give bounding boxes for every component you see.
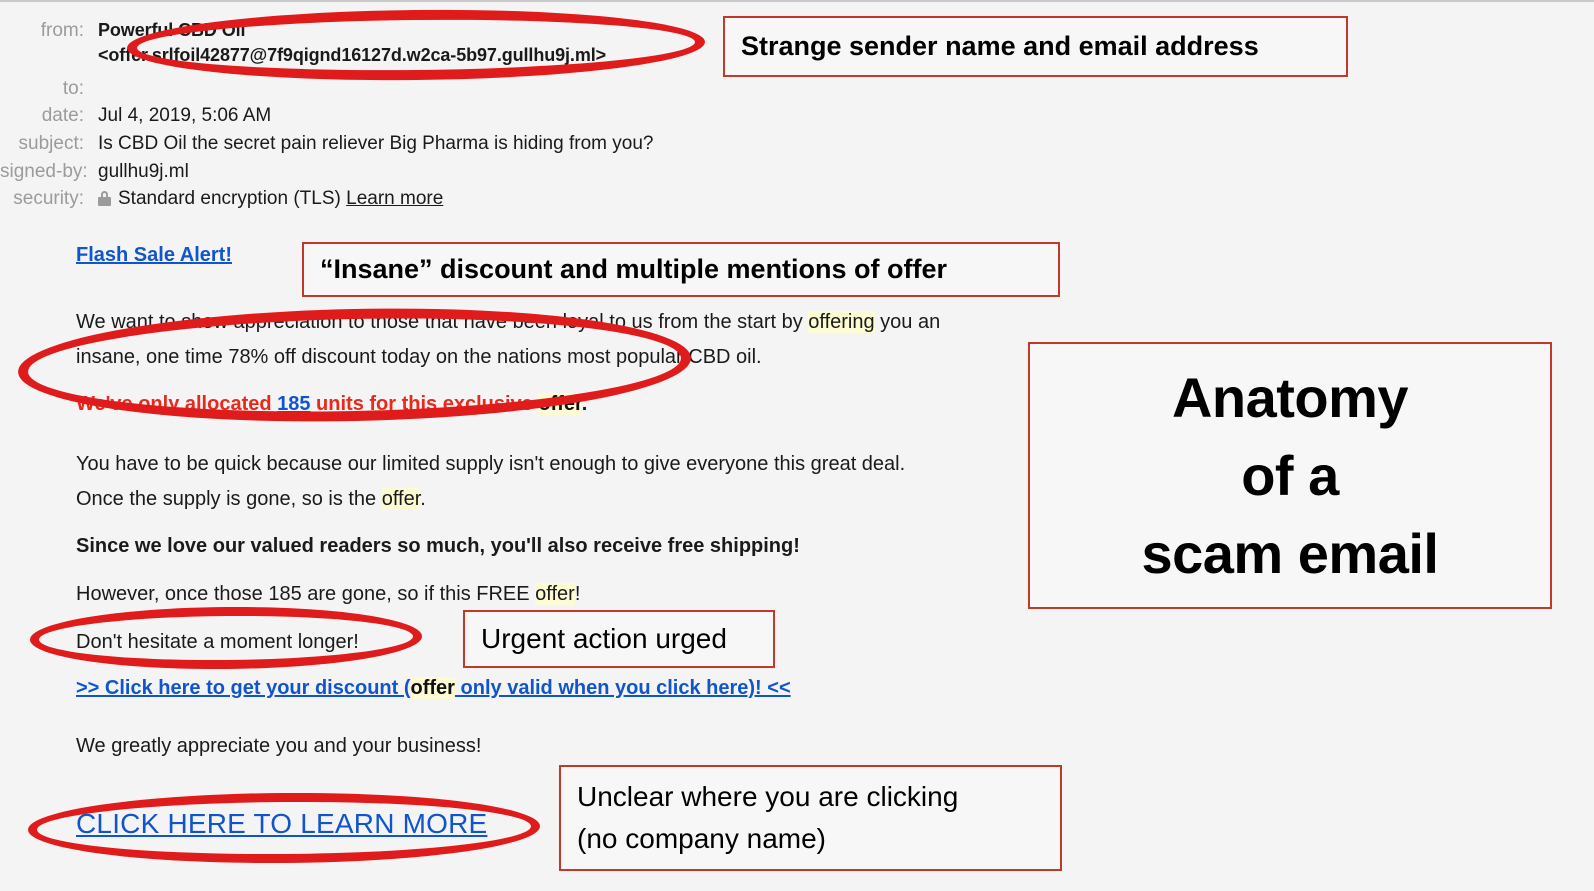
body-allocated-units-line: We've only allocated 185 units for this … xyxy=(76,393,587,416)
lock-icon xyxy=(98,191,111,206)
annotation-sender-text: Strange sender name and email address xyxy=(741,31,1259,61)
allocated-count-link[interactable]: 185 xyxy=(277,393,310,415)
header-row-date: date: Jul 4, 2019, 5:06 AM xyxy=(0,105,272,127)
discount-link-text-b: only valid when you click here)! << xyxy=(454,677,791,699)
allocated-text-a: We've only allocated xyxy=(76,393,278,415)
header-label-security: security: xyxy=(13,188,84,209)
para2-highlight-offer: offer xyxy=(381,488,421,510)
header-row-security: security: Standard encryption (TLS) Lear… xyxy=(0,188,443,210)
annotation-unclear-line2: (no company name) xyxy=(577,823,827,854)
para2-line2-a: Once the supply is gone, so is the xyxy=(76,488,382,510)
para2-line1: You have to be quick because our limited… xyxy=(76,453,906,475)
header-label-signed-by: signed-by: xyxy=(0,161,88,182)
header-label-to: to: xyxy=(62,78,84,99)
discount-link-highlight-offer: offer xyxy=(410,677,455,699)
annotation-discount-text: “Insane” discount and multiple mentions … xyxy=(320,254,948,284)
discount-cta-link[interactable]: >> Click here to get your discount (offe… xyxy=(76,677,791,700)
header-value-date: Jul 4, 2019, 5:06 AM xyxy=(98,105,272,126)
annotation-box-title: Anatomy of a scam email xyxy=(1028,342,1552,609)
header-row-subject: subject: Is CBD Oil the secret pain reli… xyxy=(0,133,654,155)
however-highlight-offer: offer xyxy=(535,583,575,605)
annotation-urgent-text: Urgent action urged xyxy=(481,623,727,654)
header-label-date: date: xyxy=(41,105,84,126)
para1-text-a: We want to show appreciation to those th… xyxy=(76,311,809,333)
allocated-text-b: units for this exclusive xyxy=(310,393,539,415)
header-value-signed-by: gullhu9j.ml xyxy=(98,161,189,182)
security-text: Standard encryption (TLS) xyxy=(118,188,341,209)
body-however-line: However, once those 185 are gone, so if … xyxy=(76,577,580,612)
title-line-1: Anatomy xyxy=(1171,365,1409,429)
annotation-box-urgent: Urgent action urged xyxy=(463,610,775,668)
header-row-signed-by: signed-by: gullhu9j.ml xyxy=(0,161,189,183)
header-label-subject: subject: xyxy=(18,133,84,154)
sender-email-address: <offer.srlfoil42877@7f9qignd16127d.w2ca-… xyxy=(98,45,607,65)
para1-text-b: you an xyxy=(874,311,941,333)
annotation-box-unclear: Unclear where you are clicking (no compa… xyxy=(559,765,1062,871)
para1-highlight-offering: offering xyxy=(808,311,875,333)
header-value-subject: Is CBD Oil the secret pain reliever Big … xyxy=(98,133,654,154)
annotation-box-discount: “Insane” discount and multiple mentions … xyxy=(302,242,1060,297)
however-text-b: ! xyxy=(574,583,581,605)
annotation-unclear-line1: Unclear where you are clicking xyxy=(577,781,959,812)
click-here-to-learn-more-link[interactable]: CLICK HERE TO LEARN MORE xyxy=(76,808,487,840)
body-free-shipping-line: Since we love our valued readers so much… xyxy=(76,535,800,557)
body-appreciate-line: We greatly appreciate you and your busin… xyxy=(76,735,482,757)
sender-display-name: Powerful CBD Oil xyxy=(98,20,246,40)
scam-email-infographic: from: Powerful CBD Oil <offer.srlfoil428… xyxy=(0,0,1594,891)
header-label-from: from: xyxy=(40,20,84,41)
allocated-period: . xyxy=(581,393,588,415)
title-line-2: of a xyxy=(1241,443,1339,507)
header-row-from: from: Powerful CBD Oil <offer.srlfoil428… xyxy=(0,20,606,66)
para1-line2: insane, one time 78% off discount today … xyxy=(76,346,762,368)
flash-sale-alert-link[interactable]: Flash Sale Alert! xyxy=(76,244,232,267)
annotation-box-sender: Strange sender name and email address xyxy=(723,16,1348,77)
body-paragraph-limited-supply: You have to be quick because our limited… xyxy=(76,447,1006,517)
body-dont-hesitate-line: Don't hesitate a moment longer! xyxy=(76,631,359,653)
sender-block: Powerful CBD Oil <offer.srlfoil42877@7f9… xyxy=(98,20,606,66)
body-paragraph-appreciation: We want to show appreciation to those th… xyxy=(76,305,1006,375)
allocated-highlight-offer: offer xyxy=(538,393,582,415)
header-value-security: Standard encryption (TLS) Learn more xyxy=(98,188,443,210)
discount-link-text-a: >> Click here to get your discount ( xyxy=(76,677,411,699)
learn-more-link[interactable]: Learn more xyxy=(346,188,443,209)
para2-line2-b: . xyxy=(420,488,426,510)
title-line-3: scam email xyxy=(1141,521,1439,585)
annotation-unclear-text: Unclear where you are clicking (no compa… xyxy=(561,776,974,860)
however-text-a: However, once those 185 are gone, so if … xyxy=(76,583,536,605)
header-row-to: to: xyxy=(0,78,98,100)
